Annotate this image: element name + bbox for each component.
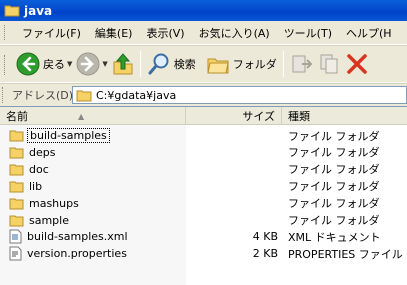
file-list: 名前 ▲ サイズ 種類 build-samples ファイル フォルダ deps ファ… bbox=[0, 106, 407, 285]
menu-grip bbox=[4, 25, 7, 40]
toolbar: 戻る ▼ ▼ 検索 フォルダ bbox=[0, 45, 407, 83]
toolbar-separator bbox=[282, 51, 284, 77]
address-label: アドレス(D) bbox=[12, 88, 74, 102]
file-type: ファイル フォルダ bbox=[288, 180, 380, 194]
copy-to-button[interactable] bbox=[316, 49, 344, 79]
file-size bbox=[186, 127, 278, 144]
folder-icon bbox=[9, 214, 27, 227]
move-to-icon bbox=[292, 55, 313, 73]
folders-label: フォルダ bbox=[232, 58, 277, 71]
title-bar: java bbox=[0, 0, 407, 21]
folder-icon bbox=[9, 197, 27, 210]
back-label: 戻る bbox=[43, 58, 65, 71]
file-type: XML ドキュメント bbox=[288, 230, 381, 244]
file-name: deps bbox=[29, 145, 56, 159]
column-header-row: 名前 ▲ サイズ 種類 bbox=[0, 107, 407, 125]
file-type: ファイル フォルダ bbox=[288, 163, 380, 177]
address-value: C:¥gdata¥java bbox=[96, 88, 177, 102]
file-name: build-samples bbox=[27, 128, 110, 143]
sort-ascending-icon: ▲ bbox=[78, 112, 85, 121]
file-name: doc bbox=[29, 162, 49, 176]
file-name-cell[interactable]: doc bbox=[9, 161, 51, 178]
toolbar-grip bbox=[4, 55, 7, 75]
copy-to-icon bbox=[320, 54, 338, 74]
window-title: java bbox=[24, 3, 53, 18]
file-name: mashups bbox=[29, 196, 79, 210]
column-header-size[interactable]: サイズ bbox=[186, 107, 282, 125]
file-name-cell[interactable]: lib bbox=[9, 178, 44, 195]
file-row[interactable]: deps ファイル フォルダ bbox=[0, 144, 407, 161]
search-icon bbox=[148, 53, 169, 75]
up-folder-button[interactable] bbox=[110, 49, 136, 79]
forward-button[interactable]: ▼ bbox=[74, 49, 109, 79]
back-dropdown-icon[interactable]: ▼ bbox=[67, 60, 72, 68]
menu-help[interactable]: ヘルプ(H bbox=[342, 25, 396, 41]
xml-file-icon bbox=[9, 229, 25, 244]
file-name-cell[interactable]: build-samples.xml bbox=[9, 228, 130, 245]
file-name-cell[interactable]: sample bbox=[9, 212, 71, 229]
file-size: 4 KB bbox=[252, 230, 278, 244]
menu-edit[interactable]: 編集(E) bbox=[91, 25, 137, 41]
file-size: 2 KB bbox=[252, 247, 278, 261]
folder-icon bbox=[4, 5, 20, 17]
toolbar-separator bbox=[139, 51, 141, 77]
file-type: ファイル フォルダ bbox=[288, 214, 380, 227]
file-size bbox=[186, 178, 278, 195]
address-input[interactable]: C:¥gdata¥java bbox=[72, 86, 407, 104]
file-type: ファイル フォルダ bbox=[288, 146, 380, 160]
column-type-label: 種類 bbox=[288, 110, 310, 123]
column-size-label: サイズ bbox=[242, 110, 275, 123]
column-name-label: 名前 bbox=[6, 110, 28, 123]
delete-x-icon bbox=[347, 54, 367, 74]
delete-button[interactable] bbox=[344, 49, 370, 79]
menu-view[interactable]: 表示(V) bbox=[142, 25, 188, 41]
address-bar: アドレス(D) C:¥gdata¥java bbox=[0, 83, 407, 105]
menu-tools[interactable]: ツール(T) bbox=[280, 25, 336, 41]
search-label: 検索 bbox=[173, 58, 196, 71]
folders-button[interactable]: フォルダ bbox=[204, 49, 279, 79]
file-name: sample bbox=[29, 213, 69, 227]
folder-icon bbox=[9, 146, 27, 159]
file-name: version.properties bbox=[27, 247, 127, 261]
file-name: build-samples.xml bbox=[27, 230, 128, 244]
file-name: lib bbox=[29, 179, 43, 193]
forward-arrow-icon bbox=[76, 52, 100, 76]
up-folder-icon bbox=[113, 53, 133, 75]
file-size bbox=[186, 144, 278, 161]
file-name-cell[interactable]: deps bbox=[9, 144, 57, 161]
file-row[interactable]: mashups ファイル フォルダ bbox=[0, 195, 407, 212]
file-name-cell[interactable]: mashups bbox=[9, 195, 81, 212]
folder-icon bbox=[76, 90, 92, 101]
file-name-cell[interactable]: build-samples bbox=[9, 127, 110, 144]
move-to-button[interactable] bbox=[288, 49, 316, 79]
forward-dropdown-icon[interactable]: ▼ bbox=[102, 60, 107, 68]
text-file-icon bbox=[9, 246, 25, 261]
file-name-cell[interactable]: version.properties bbox=[9, 245, 129, 262]
file-size bbox=[186, 195, 278, 212]
search-button[interactable]: 検索 bbox=[145, 49, 198, 79]
back-button[interactable]: 戻る ▼ bbox=[14, 49, 74, 79]
back-arrow-icon bbox=[16, 52, 40, 76]
folders-icon bbox=[207, 58, 229, 74]
file-type: ファイル フォルダ bbox=[288, 197, 380, 211]
file-type: ファイル フォルダ bbox=[288, 129, 380, 143]
file-row[interactable]: doc ファイル フォルダ bbox=[0, 161, 407, 178]
menu-bar: ファイル(F) 編集(E) 表示(V) お気に入り(A) ツール(T) ヘルプ(… bbox=[0, 21, 407, 45]
file-size bbox=[186, 212, 278, 229]
folder-icon bbox=[9, 129, 27, 142]
address-grip bbox=[2, 87, 5, 103]
file-row[interactable]: lib ファイル フォルダ bbox=[0, 178, 407, 195]
file-row[interactable]: version.properties 2 KB PROPERTIES ファイル bbox=[0, 245, 407, 262]
file-row[interactable]: build-samples ファイル フォルダ bbox=[0, 127, 407, 144]
folder-icon bbox=[9, 163, 27, 176]
column-header-type[interactable]: 種類 bbox=[282, 107, 407, 125]
file-type: PROPERTIES ファイル bbox=[288, 247, 403, 261]
folder-icon bbox=[9, 180, 27, 193]
file-row[interactable]: sample ファイル フォルダ bbox=[0, 212, 407, 229]
file-row[interactable]: build-samples.xml 4 KB XML ドキュメント bbox=[0, 228, 407, 245]
column-header-name[interactable]: 名前 ▲ bbox=[0, 107, 186, 125]
menu-file[interactable]: ファイル(F) bbox=[18, 25, 85, 41]
menu-favorites[interactable]: お気に入り(A) bbox=[195, 25, 274, 41]
file-size bbox=[186, 161, 278, 178]
